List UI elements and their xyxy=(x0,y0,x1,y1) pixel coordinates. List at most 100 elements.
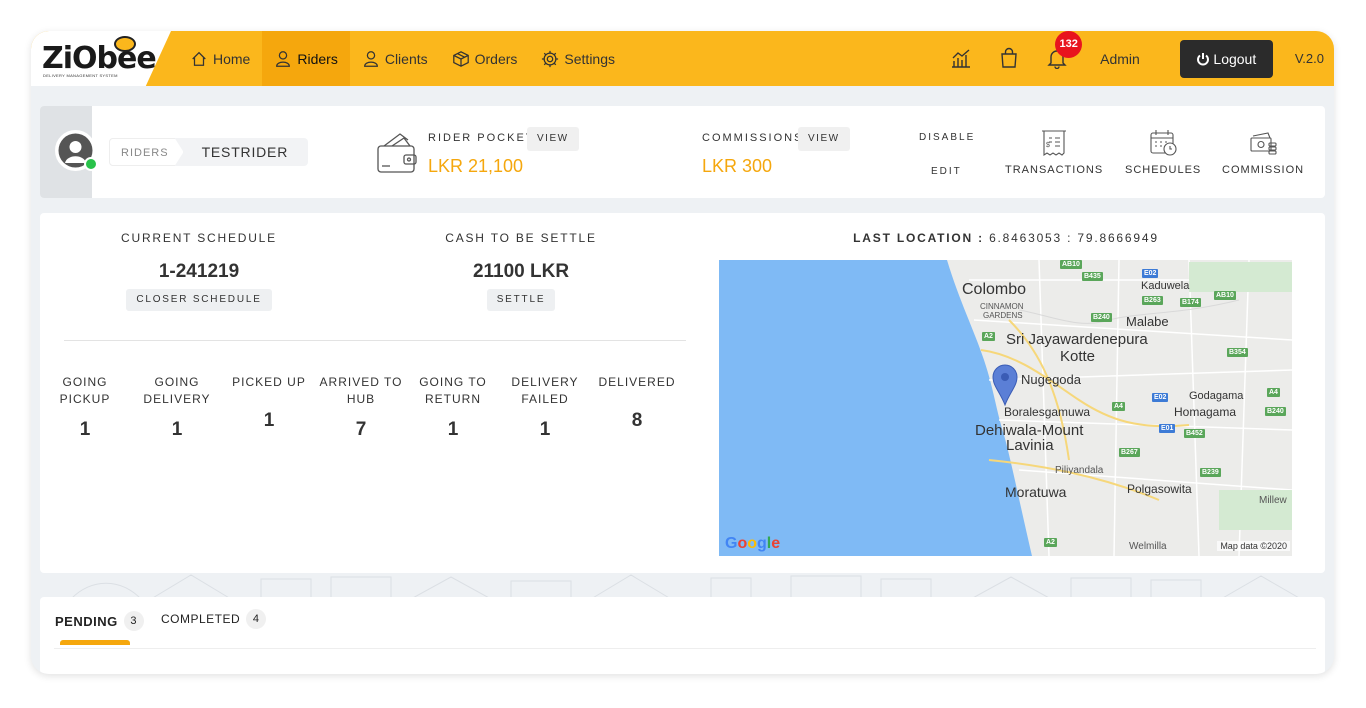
commission-button[interactable]: COMMISSION xyxy=(1222,128,1304,176)
closer-schedule-button[interactable]: CLOSER SCHEDULE xyxy=(126,289,272,311)
nav-clients-label: Clients xyxy=(384,50,428,67)
tab-completed-count: 4 xyxy=(246,609,267,629)
tab-pending-label: PENDING xyxy=(55,613,118,629)
status-value: 1 xyxy=(539,419,551,440)
user-icon xyxy=(276,50,291,67)
status-label: GOING TO RETURN xyxy=(419,375,487,406)
nav-riders[interactable]: Riders xyxy=(262,31,350,86)
notifications-button[interactable]: 132 xyxy=(1046,31,1083,71)
wallet-icon xyxy=(377,133,417,173)
settle-button[interactable]: SETTLE xyxy=(486,289,556,311)
road-shield: B239 xyxy=(1200,468,1221,477)
disable-button[interactable]: DISABLE xyxy=(919,132,975,143)
nav-settings-label: Settings xyxy=(564,50,616,67)
transactions-button[interactable]: $ TRANSACTIONS xyxy=(1005,128,1103,176)
tab-divider xyxy=(54,648,1316,649)
status-value: 1 xyxy=(447,419,459,440)
user-name[interactable]: Admin xyxy=(1100,51,1140,67)
shopping-bag-button[interactable] xyxy=(998,47,1022,71)
home-icon xyxy=(192,51,206,66)
chart-icon xyxy=(952,48,971,68)
map-label-welmilla: Welmilla xyxy=(1129,541,1167,552)
receipt-icon: $ xyxy=(1042,130,1067,157)
road-shield: B174 xyxy=(1180,298,1201,307)
cash-to-settle-label: CASH TO BE SETTLE xyxy=(445,231,597,245)
brand-logo[interactable]: ZiObee xyxy=(42,36,157,76)
location-pin-icon xyxy=(992,364,1018,406)
user-icon xyxy=(363,50,378,67)
road-shield: A2 xyxy=(982,332,995,341)
commissions-view-button[interactable]: VIEW xyxy=(798,127,850,151)
map-label-moratuwa: Moratuwa xyxy=(1005,484,1067,500)
transactions-label: TRANSACTIONS xyxy=(1005,164,1104,176)
edit-button[interactable]: EDIT xyxy=(931,166,962,177)
status-value: 8 xyxy=(631,410,643,431)
last-location-label: LAST LOCATION : xyxy=(853,231,984,245)
current-schedule-label: CURRENT SCHEDULE xyxy=(121,231,277,245)
map-label-godagama: Godagama xyxy=(1189,390,1244,402)
map-label-nugegoda: Nugegoda xyxy=(1021,372,1081,387)
order-tabs: PENDING 3 COMPLETED 4 xyxy=(40,597,1325,674)
map-label-lavinia: Lavinia xyxy=(1006,437,1054,454)
status-value: 1 xyxy=(171,419,183,440)
schedules-button[interactable]: SCHEDULES xyxy=(1125,128,1201,176)
status-delivery-failed[interactable]: DELIVERY FAILED 1 xyxy=(499,373,591,441)
status-picked-up[interactable]: PICKED UP 1 xyxy=(223,364,315,432)
logo-area: ZiObee DELIVERY MANAGEMENT SYSTEM xyxy=(31,31,171,86)
google-logo: Google xyxy=(725,535,781,552)
map-label-colombo: Colombo xyxy=(962,281,1027,298)
nav-settings[interactable]: Settings xyxy=(529,31,627,86)
nav-orders[interactable]: Orders xyxy=(440,31,530,86)
app-window: ZiObee DELIVERY MANAGEMENT SYSTEM Home R… xyxy=(31,31,1334,674)
logout-label: Logout xyxy=(1213,50,1257,67)
bee-icon xyxy=(114,36,136,52)
logout-button[interactable]: Logout xyxy=(1179,39,1273,78)
rider-pocket-view-button[interactable]: VIEW xyxy=(527,127,579,151)
road-shield: B267 xyxy=(1119,448,1140,457)
map-data-attribution[interactable]: Map data ©2020 xyxy=(1217,541,1290,551)
box-icon xyxy=(452,50,469,67)
status-value: 7 xyxy=(355,419,367,440)
status-going-delivery[interactable]: GOING DELIVERY 1 xyxy=(131,373,223,441)
rider-name: TESTRIDER xyxy=(201,144,289,160)
calendar-clock-icon xyxy=(1150,130,1177,156)
status-arrived-to-hub[interactable]: ARRIVED TO HUB 7 xyxy=(315,373,407,441)
current-schedule: CURRENT SCHEDULE 1-241219 CLOSER SCHEDUL… xyxy=(49,231,349,311)
status-going-pickup[interactable]: GOING PICKUP 1 xyxy=(39,373,131,441)
road-shield: E02 xyxy=(1152,393,1169,402)
nav-home[interactable]: Home xyxy=(178,31,262,86)
status-delivered[interactable]: DELIVERED 8 xyxy=(591,364,683,432)
top-right-actions: 132 Admin Logout V.2.0 xyxy=(938,31,1334,86)
rider-card: RIDERS TESTRIDER RIDER POCKET VIEW LKR 2… xyxy=(40,106,1325,198)
rider-pocket-value: LKR 21,100 xyxy=(428,156,524,176)
road-shield: B240 xyxy=(1265,407,1286,416)
analytics-button[interactable] xyxy=(950,47,974,71)
status-label: GOING DELIVERY xyxy=(143,375,211,406)
road-shield: AB10 xyxy=(1214,291,1236,300)
gear-icon xyxy=(542,50,559,67)
cash-to-settle: CASH TO BE SETTLE 21100 LKR SETTLE xyxy=(371,231,671,311)
tab-completed[interactable]: COMPLETED 4 xyxy=(161,609,267,629)
location-map[interactable]: Colombo Kaduwela CINNAMON GARDENS Malabe… xyxy=(719,260,1292,556)
status-label: DELIVERED xyxy=(598,374,676,389)
road-shield: B263 xyxy=(1142,296,1163,305)
road-shield: A2 xyxy=(1044,538,1057,547)
power-icon xyxy=(1197,52,1210,65)
nav-clients[interactable]: Clients xyxy=(350,31,440,86)
map-label-boralesgamuwa: Boralesgamuwa xyxy=(1004,405,1091,419)
notification-badge: 132 xyxy=(1055,31,1083,58)
last-location: LAST LOCATION : 6.8463053 : 79.8666949 xyxy=(720,231,1292,245)
tab-pending[interactable]: PENDING 3 xyxy=(55,611,144,631)
status-going-to-return[interactable]: GOING TO RETURN 1 xyxy=(407,373,499,441)
cash-icon xyxy=(1250,132,1277,155)
last-location-coords: 6.8463053 : 79.8666949 xyxy=(989,231,1159,245)
status-value: 1 xyxy=(263,410,275,431)
map-label-millew: Millew xyxy=(1259,495,1287,506)
map-label-kaduwela: Kaduwela xyxy=(1141,280,1190,292)
app-version: V.2.0 xyxy=(1294,51,1324,66)
map-label-malabe: Malabe xyxy=(1126,314,1169,329)
svg-text:$: $ xyxy=(1046,142,1051,149)
breadcrumb-riders[interactable]: RIDERS xyxy=(109,138,184,166)
map-label-polgasowita: Polgasowita xyxy=(1127,482,1192,496)
schedules-label: SCHEDULES xyxy=(1125,164,1202,176)
